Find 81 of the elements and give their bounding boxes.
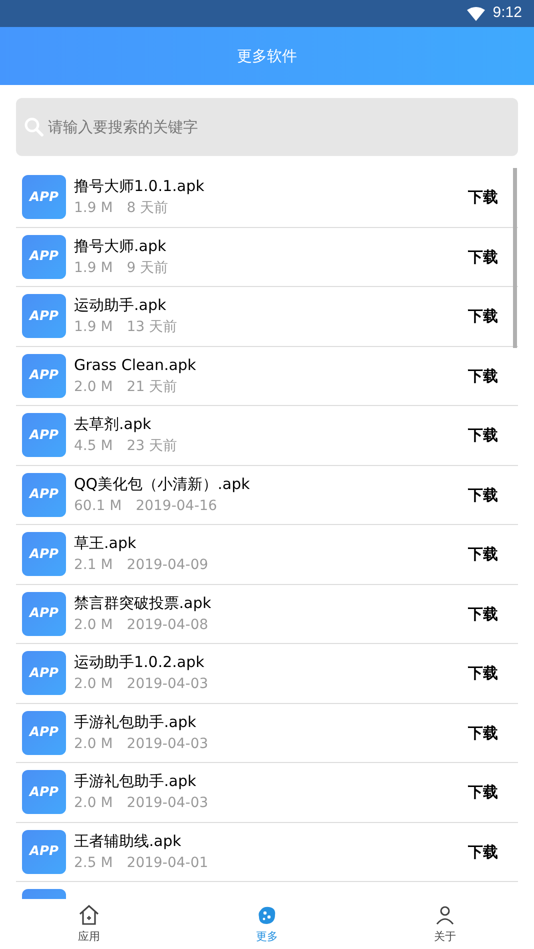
- file-row[interactable]: APP 撸号大师1.0.1.apk 1.9 M 8 天前 下载: [16, 168, 518, 228]
- download-button[interactable]: 下载: [468, 364, 498, 387]
- file-name: 运动助手.apk: [74, 296, 168, 314]
- app-icon: APP: [22, 830, 66, 874]
- file-row[interactable]: APP 运动助手1.0.2.apk 2.0 M 2019-04-03 下载: [16, 644, 518, 704]
- file-date: 21 天前: [126, 378, 178, 396]
- app-icon: APP: [22, 651, 66, 696]
- file-name: 王者辅助线.apk: [74, 832, 182, 850]
- file-row[interactable]: APP 手游礼包助手.apk 2.0 M 2019-04-03 下载: [16, 704, 518, 763]
- status-time: 9:12: [492, 3, 522, 24]
- file-name: 运动助手1.0.2.apk: [74, 653, 206, 672]
- file-date: 2019-04-01: [126, 854, 208, 872]
- file-date: 2019-04-09: [126, 556, 208, 574]
- app-icon: APP: [22, 294, 66, 338]
- file-date: 2019-04-03: [126, 675, 208, 694]
- file-row[interactable]: APP 去草剂.apk 4.5 M 23 天前 下载: [16, 406, 518, 466]
- search-field[interactable]: 请输入要搜索的关键字: [16, 98, 518, 156]
- download-button[interactable]: 下载: [468, 602, 498, 625]
- download-button[interactable]: 下载: [468, 781, 498, 804]
- file-size: 4.5 M: [74, 437, 113, 456]
- file-row[interactable]: APP 运动助手.apk 1.9 M 13 天前 下载: [16, 287, 518, 346]
- file-row[interactable]: APP 草王.apk 2.1 M 2019-04-09 下载: [16, 525, 518, 584]
- file-row[interactable]: APP 王者辅助线.apk 2.5 M 2019-04-01 下载: [16, 822, 518, 882]
- download-button[interactable]: 下载: [468, 662, 498, 684]
- file-size: 2.0 M: [74, 794, 113, 812]
- app-icon: APP: [22, 234, 66, 279]
- file-name: 手游礼包助手.apk: [74, 772, 198, 790]
- file-row[interactable]: APP Grass Clean.apk 2.0 M 21 天前 下载: [16, 346, 518, 406]
- file-row[interactable]: APP 禁言群突破投票.apk 2.0 M 2019-04-08 下载: [16, 584, 518, 644]
- file-size: 1.9 M: [74, 318, 113, 336]
- file-date: 8 天前: [126, 199, 168, 218]
- file-name: 撸号大师1.0.1.apk: [74, 177, 206, 196]
- file-size: 2.0 M: [74, 675, 113, 694]
- file-row[interactable]: APP 撸号大师.apk 1.9 M 9 天前 下载: [16, 228, 518, 287]
- app-icon: APP: [22, 710, 66, 755]
- file-name: 去草剂.apk: [74, 415, 152, 434]
- file-date: 2019-04-08: [126, 616, 208, 634]
- app-icon: APP: [22, 175, 66, 220]
- file-date: 2019-04-03: [126, 794, 208, 812]
- file-name: QQ美化包（小清新）.apk: [74, 474, 251, 493]
- app-icon: APP: [22, 354, 66, 398]
- file-size: 2.0 M: [74, 616, 113, 634]
- file-row[interactable]: APP QQ美化包（小清新）.apk 60.1 M 2019-04-16 下载: [16, 466, 518, 525]
- download-button[interactable]: 下载: [468, 484, 498, 506]
- file-size: 1.9 M: [74, 199, 113, 218]
- file-name: 撸号大师.apk: [74, 236, 168, 255]
- file-date: 2019-04-16: [136, 496, 218, 515]
- download-button[interactable]: 下载: [468, 305, 498, 328]
- header-title: 更多软件: [237, 46, 297, 67]
- file-size: 1.9 M: [74, 258, 113, 277]
- app-icon: APP: [22, 532, 66, 576]
- file-name: 手游礼包助手.apk: [74, 712, 198, 731]
- app-icon: APP: [22, 413, 66, 458]
- file-name: 草王.apk: [74, 534, 138, 552]
- file-size: 2.1 M: [74, 556, 113, 574]
- nav-tab[interactable]: 应用: [0, 899, 178, 949]
- app-icon: APP: [22, 770, 66, 814]
- file-size: 2.0 M: [74, 378, 113, 396]
- scrollbar[interactable]: [513, 168, 517, 348]
- wifi-icon: [466, 6, 485, 20]
- download-button[interactable]: 下载: [468, 722, 498, 744]
- app-icon: APP: [22, 472, 66, 517]
- nav-tab[interactable]: 关于: [356, 899, 534, 949]
- file-name: 禁言群突破投票.apk: [74, 594, 212, 612]
- download-button[interactable]: 下载: [468, 424, 498, 446]
- file-row[interactable]: APP 手游礼包助手.apk 2.0 M 2019-04-03 下载: [16, 763, 518, 822]
- download-button[interactable]: 下载: [468, 840, 498, 863]
- file-size: 2.5 M: [74, 854, 113, 872]
- download-button[interactable]: 下载: [468, 246, 498, 268]
- file-date: 2019-04-03: [126, 734, 208, 753]
- file-date: 23 天前: [126, 437, 178, 456]
- file-name: Grass Clean.apk: [74, 356, 198, 374]
- file-size: 2.0 M: [74, 734, 113, 753]
- file-size: 60.1 M: [74, 496, 122, 515]
- file-date: 9 天前: [126, 258, 168, 277]
- download-button[interactable]: 下载: [468, 543, 498, 566]
- house-icon: [77, 902, 101, 927]
- app-icon: APP: [22, 592, 66, 636]
- search-icon: [24, 117, 44, 137]
- file-date: 13 天前: [126, 318, 178, 336]
- download-button[interactable]: 下载: [468, 186, 498, 208]
